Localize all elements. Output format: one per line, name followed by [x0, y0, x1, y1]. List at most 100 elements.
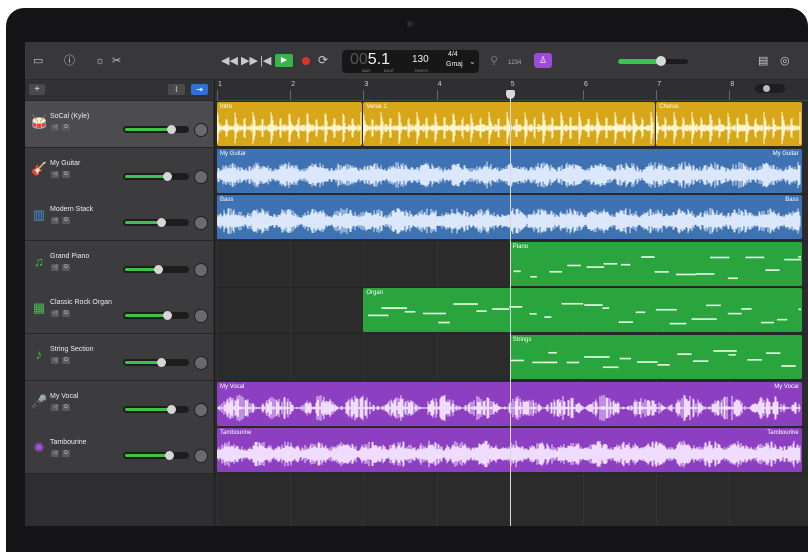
help-icon[interactable]: ⓘ [64, 55, 75, 67]
master-volume-knob[interactable] [656, 56, 667, 66]
mute-icon[interactable]: ◁ [51, 217, 59, 225]
track-lane-organ[interactable]: Organ [215, 287, 808, 335]
mute-icon[interactable]: ◁ [51, 357, 59, 364]
solo-headphones-icon[interactable]: Ω [62, 310, 70, 318]
track-volume-slider[interactable] [123, 171, 189, 181]
track-lane-tambourine[interactable]: Tambourine Tambourine [215, 427, 808, 475]
lcd-chevron-down-icon[interactable]: ⌄ [469, 56, 476, 68]
track-volume-slider[interactable] [123, 311, 189, 321]
track-header[interactable]: ✺ Tambourine ◁ Ω [25, 427, 213, 475]
solo-headphones-icon[interactable]: Ω [62, 450, 70, 458]
track-lane-drums[interactable]: Intro Verse 1 Chorus [215, 101, 808, 148]
region-label-right: My Guitar [772, 150, 799, 157]
region-drums[interactable]: Intro [217, 102, 363, 146]
region-organ[interactable]: Organ [363, 288, 802, 333]
track-volume-slider[interactable] [123, 264, 189, 274]
tuner-icon[interactable]: ⚲ [490, 55, 498, 67]
smart-controls-icon[interactable]: ☼ [95, 55, 105, 67]
zoom-knob[interactable] [763, 85, 770, 92]
pan-knob[interactable] [194, 402, 208, 417]
track-lane-bass[interactable]: Bass Bass [215, 194, 808, 242]
mute-icon[interactable]: ◁ [51, 124, 59, 131]
track-volume-slider[interactable] [123, 125, 189, 134]
pan-knob[interactable] [194, 216, 208, 231]
mute-icon[interactable]: ◁ [51, 170, 59, 178]
lcd-display[interactable]: 005.1 BAR BEAT 130 TEMPO 4/4 Gmaj [342, 50, 479, 73]
pan-knob[interactable] [194, 309, 208, 324]
track-volume-knob[interactable] [157, 358, 167, 367]
region-label: Tambourine [220, 430, 252, 437]
track-volume-knob[interactable] [157, 218, 167, 228]
track-header[interactable]: ♪ String Section ◁ Ω [25, 334, 213, 381]
track-volume-slider[interactable] [123, 218, 189, 228]
mute-icon[interactable]: ◁ [51, 403, 59, 411]
solo-headphones-icon[interactable]: Ω [62, 263, 70, 271]
track-name: SoCal (Kyle) [50, 113, 90, 120]
track-volume-knob[interactable] [164, 451, 174, 461]
ruler-tick [583, 90, 584, 100]
record-icon[interactable] [302, 57, 310, 65]
add-track-button[interactable]: + [29, 84, 45, 95]
track-lane-strings[interactable]: Strings [215, 334, 808, 381]
fast-forward-icon[interactable]: ▶▶ [241, 55, 258, 67]
region-piano[interactable]: Piano [509, 241, 802, 286]
track-volume-knob[interactable] [163, 311, 173, 321]
library-icon[interactable]: ▭ [33, 55, 43, 67]
pan-knob[interactable] [194, 356, 208, 370]
playhead-handle[interactable] [505, 90, 515, 99]
count-in-button[interactable]: 1234 [508, 57, 521, 69]
track-volume-knob[interactable] [154, 264, 164, 274]
solo-headphones-icon[interactable]: Ω [62, 170, 70, 178]
ruler-bar-number: 3 [364, 81, 369, 88]
track-volume-slider[interactable] [123, 451, 189, 461]
track-header[interactable]: ♫ Grand Piano ◁ Ω [25, 240, 213, 288]
cycle-icon[interactable]: ⟳ [318, 54, 328, 66]
ruler-bar-number: 4 [437, 81, 442, 88]
solo-headphones-icon[interactable]: Ω [62, 124, 70, 131]
loop-browser-icon[interactable]: ◎ [780, 55, 790, 67]
track-header[interactable]: 🥁 SoCal (Kyle) ◁ Ω [25, 101, 213, 148]
scissors-icon[interactable]: ✂ [112, 55, 121, 67]
track-lane-vocal[interactable]: My Vocal My Vocal [215, 381, 808, 428]
mute-icon[interactable]: ◁ [51, 310, 59, 318]
pan-knob[interactable] [194, 123, 208, 137]
region-strings[interactable]: Strings [509, 335, 802, 379]
region-label: Bass [220, 197, 234, 204]
smart-tempo-icon[interactable]: ⇥ [191, 84, 208, 95]
metronome-icon[interactable]: ♙ [534, 53, 552, 68]
time-signature: 4/4 [448, 51, 458, 58]
tracks-area[interactable]: 12345678 Intro Verse 1 Chorus My Guitar My G… [215, 80, 808, 526]
rewind-icon[interactable]: ◀◀ [221, 55, 238, 67]
track-header[interactable]: ▦ Classic Rock Organ ◁ Ω [25, 287, 213, 335]
track-volume-knob[interactable] [163, 171, 173, 181]
automation-icon[interactable]: ⌇ [168, 84, 185, 95]
ruler-bar-number: 8 [730, 81, 735, 88]
track-lane-piano[interactable]: Piano [215, 241, 808, 288]
pan-knob[interactable] [194, 262, 208, 277]
track-volume-knob[interactable] [166, 125, 176, 134]
master-volume-slider[interactable] [618, 56, 688, 66]
mute-icon[interactable]: ◁ [51, 263, 59, 271]
track-header[interactable]: 🎸 My Guitar ◁ Ω [25, 147, 213, 195]
solo-headphones-icon[interactable]: Ω [62, 357, 70, 364]
ruler-bar-number: 6 [584, 81, 588, 88]
notepad-icon[interactable]: ▤ [758, 55, 768, 67]
solo-headphones-icon[interactable]: Ω [62, 217, 70, 225]
region-drums[interactable]: Chorus [656, 102, 802, 146]
ruler-bar-number: 7 [657, 81, 662, 88]
track-volume-knob[interactable] [166, 404, 176, 414]
track-lane-guitar[interactable]: My Guitar My Guitar [215, 148, 808, 195]
go-to-start-icon[interactable]: |◀ [260, 55, 271, 67]
guitar-icon: 🎸 [31, 160, 48, 176]
pan-knob[interactable] [194, 169, 208, 184]
playhead[interactable] [509, 92, 511, 526]
pan-knob[interactable] [194, 449, 208, 464]
track-header[interactable]: ▥ Modern Stack ◁ Ω [25, 194, 213, 242]
zoom-slider[interactable] [755, 84, 785, 93]
mute-icon[interactable]: ◁ [51, 450, 59, 458]
track-volume-slider[interactable] [123, 358, 189, 367]
track-header[interactable]: 🎤 My Vocal ◁ Ω [25, 380, 213, 428]
track-volume-slider[interactable] [123, 404, 189, 414]
solo-headphones-icon[interactable]: Ω [62, 403, 70, 411]
play-icon[interactable] [275, 54, 293, 67]
